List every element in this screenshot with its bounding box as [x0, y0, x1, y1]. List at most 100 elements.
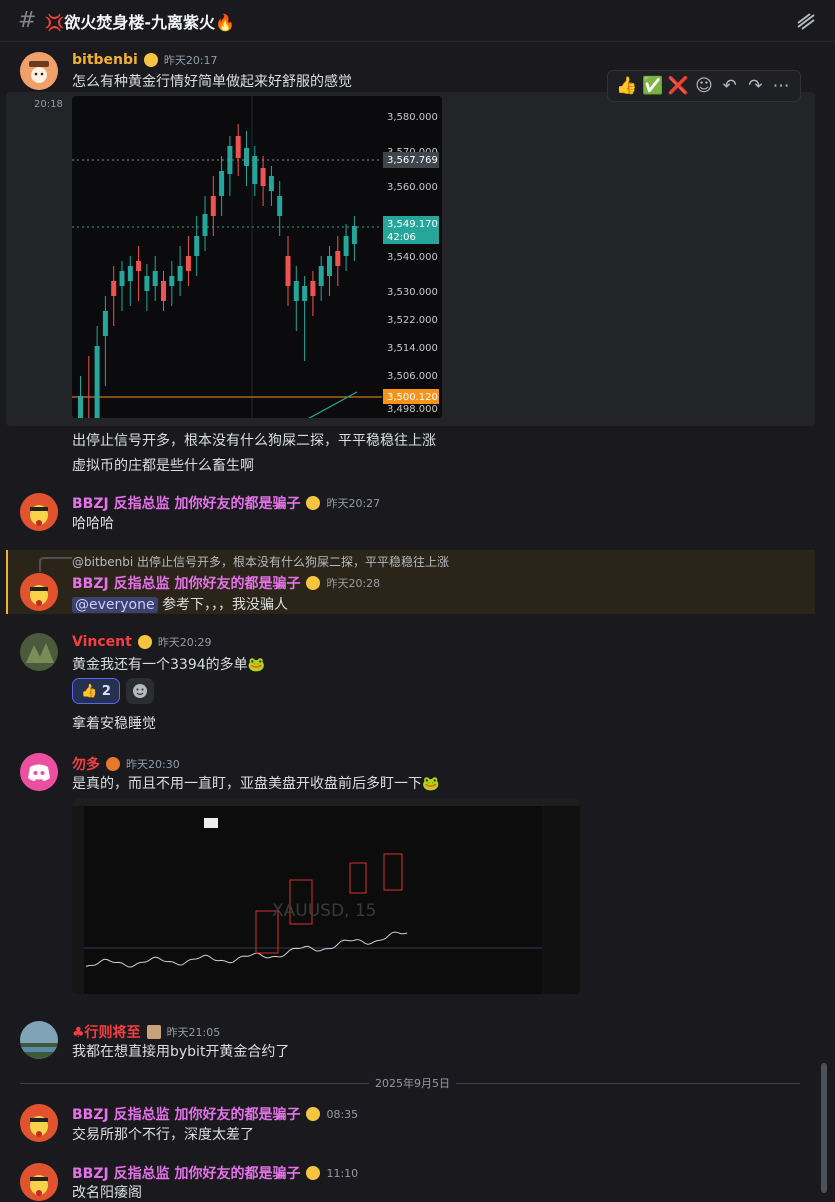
- price-tick-label: 3,522.000: [387, 315, 438, 326]
- candle-body: [268, 176, 274, 191]
- message-text: 我都在想直接用bybit开黄金合约了: [72, 1044, 290, 1060]
- countdown-label: 42:06: [387, 232, 416, 243]
- message-header: 勿多 昨天20:30: [72, 754, 180, 774]
- message-text: 改名阳痿阁: [72, 1185, 142, 1201]
- role-badge-icon: [106, 757, 120, 771]
- message-header: BBZJ 反指总监 加你好友的都是骗子 11:10: [72, 1163, 358, 1183]
- avatar[interactable]: [20, 1021, 58, 1059]
- candle-body: [152, 271, 158, 286]
- channel-title: 💢欲火焚身楼-九离紫火🔥: [44, 12, 235, 32]
- candle-body: [144, 276, 150, 291]
- username[interactable]: BBZJ 反指总监 加你好友的都是骗子: [72, 573, 300, 593]
- timestamp: 昨天21:05: [166, 1026, 221, 1039]
- candle-body: [169, 276, 175, 286]
- username[interactable]: bitbenbi: [72, 52, 138, 68]
- candle-body: [185, 256, 191, 271]
- reaction-count: 2: [101, 683, 111, 699]
- date-divider-label: 2025年9月5日: [369, 1075, 456, 1091]
- role-badge-icon: [137, 635, 152, 649]
- add-reaction-icon[interactable]: ☺: [693, 76, 715, 96]
- message-text: 怎么有种黄金行情好简单做起来好舒服的感觉: [72, 74, 352, 90]
- forward-icon[interactable]: ↷: [744, 76, 766, 96]
- message-text: 虚拟币的庄都是些什么畜生啊: [72, 458, 254, 474]
- candle-body: [310, 281, 316, 296]
- channel-header: # 💢欲火焚身楼-九离紫火🔥: [0, 0, 835, 42]
- avatar[interactable]: [20, 52, 58, 90]
- username[interactable]: 勿多: [72, 754, 100, 774]
- reaction-check-button[interactable]: ✅: [642, 76, 664, 96]
- message-text: @everyone 参考下，，，我没骗人: [72, 594, 288, 614]
- reply-icon[interactable]: ↶: [719, 76, 741, 96]
- timestamp: 昨天20:30: [126, 758, 180, 771]
- role-badge-icon: [306, 576, 321, 590]
- timestamp: 昨天20:17: [163, 54, 218, 67]
- message-toolbar: 👍 ✅ ❌ ☺ ↶ ↷ ⋯: [607, 70, 801, 102]
- message-text: 出停止信号开多，根本没有什么狗屎二探，平平稳稳往上涨: [72, 433, 436, 449]
- candle-body: [78, 396, 83, 418]
- avatar[interactable]: [20, 633, 58, 671]
- role-badge-icon: [306, 1166, 321, 1180]
- avatar[interactable]: [20, 1163, 58, 1201]
- candle-body: [111, 281, 117, 296]
- message-text: 拿着安稳睡觉: [72, 716, 156, 732]
- reaction-emoji: 👍: [81, 683, 98, 699]
- username[interactable]: ♣行则将至: [72, 1022, 141, 1042]
- role-badge-icon: [143, 53, 158, 67]
- candle-body: [119, 271, 125, 286]
- add-reaction-button[interactable]: [126, 678, 154, 704]
- everyone-mention[interactable]: @everyone: [72, 597, 158, 613]
- reply-preview[interactable]: @bitbenbi 出停止信号开多，根本没有什么狗屎二探，平平稳稳往上涨: [72, 553, 449, 570]
- message-header: BBZJ 反指总监 加你好友的都是骗子 昨天20:28: [72, 573, 380, 593]
- threads-icon[interactable]: [795, 10, 817, 32]
- role-badge-icon: [306, 496, 321, 510]
- avatar[interactable]: [20, 753, 58, 791]
- candle-body: [277, 196, 283, 216]
- message-header: ♣行则将至 昨天21:05: [72, 1022, 220, 1042]
- reaction-thumbs-up-button[interactable]: 👍: [616, 76, 638, 96]
- message-header: BBZJ 反指总监 加你好友的都是骗子 昨天20:27: [72, 493, 380, 513]
- level-price-label: 3,500.120: [387, 392, 438, 403]
- timestamp: 昨天20:28: [326, 577, 381, 590]
- candle-body: [302, 286, 308, 301]
- timestamp: 08:35: [326, 1107, 359, 1121]
- chart-watermark: XAUUSD, 15: [272, 901, 376, 921]
- price-tick-label: 3,498.000: [387, 404, 438, 415]
- tradingview-chart: XAUUSD, 15: [72, 798, 580, 994]
- scrollbar[interactable]: [821, 1063, 827, 1193]
- timestamp: 11:10: [326, 1166, 359, 1180]
- avatar[interactable]: [20, 573, 58, 611]
- reaction-thumbs-up[interactable]: 👍 2: [72, 678, 120, 704]
- candle-body: [252, 156, 258, 184]
- avatar[interactable]: [20, 493, 58, 531]
- message-text: 交易所那个不行，深度太差了: [72, 1127, 254, 1143]
- candle-body: [210, 196, 216, 216]
- reaction-cross-button[interactable]: ❌: [667, 76, 689, 96]
- username[interactable]: BBZJ 反指总监 加你好友的都是骗子: [72, 1163, 300, 1183]
- message-text-body: 参考下，，，我没骗人: [162, 597, 289, 613]
- candle-body: [235, 136, 241, 158]
- username[interactable]: Vincent: [72, 634, 132, 650]
- candle-body: [219, 171, 225, 196]
- candle-body: [244, 148, 249, 166]
- reply-line-icon: [39, 557, 72, 572]
- candle-body: [285, 256, 291, 286]
- avatar[interactable]: [20, 1104, 58, 1142]
- smile-icon: [133, 684, 147, 698]
- username[interactable]: BBZJ 反指总监 加你好友的都是骗子: [72, 1104, 300, 1124]
- candle-body: [161, 281, 166, 301]
- chart-image[interactable]: 3,580.0003,570.0003,560.0003,540.0003,53…: [72, 96, 442, 418]
- chart-screenshot-image[interactable]: XAUUSD, 15: [72, 798, 580, 994]
- candle-body: [227, 146, 233, 174]
- message-text: 是真的，而且不用一直盯，亚盘美盘开收盘前后多盯一下🐸: [72, 776, 440, 792]
- username[interactable]: BBZJ 反指总监 加你好友的都是骗子: [72, 493, 300, 513]
- candle-body: [293, 281, 299, 301]
- candle-body: [318, 266, 324, 286]
- price-tick-label: 3,530.000: [387, 287, 438, 298]
- price-tick-label: 3,540.000: [387, 252, 438, 263]
- more-icon[interactable]: ⋯: [770, 76, 792, 96]
- candle-body: [335, 251, 341, 266]
- role-badge-icon: [146, 1025, 161, 1039]
- message-header: bitbenbi 昨天20:17: [72, 52, 218, 68]
- candle-body: [351, 226, 357, 244]
- price-tick-label: 3,580.000: [387, 112, 438, 123]
